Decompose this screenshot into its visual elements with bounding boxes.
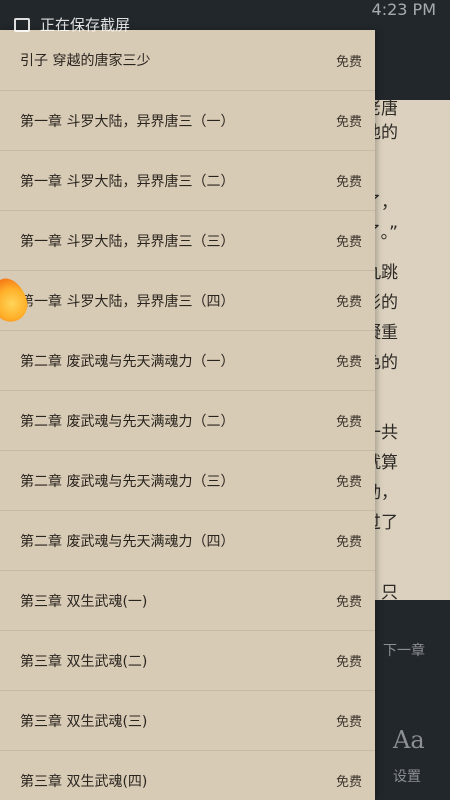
free-badge: 免费 — [335, 535, 362, 550]
chapter-item[interactable]: 第三章 双生武魂(一) 免费 — [0, 571, 375, 631]
screenshot-toast-text: 正在保存截屏 — [40, 16, 131, 34]
free-badge: 免费 — [335, 775, 362, 790]
chapter-title: 第二章 废武魂与先天满魂力（二） — [20, 413, 235, 430]
chapter-item[interactable]: 第三章 双生武魂(二) 免费 — [0, 631, 375, 691]
free-badge: 免费 — [335, 355, 362, 370]
chapter-drawer: 引子 穿越的唐家三少 免费 第一章 斗罗大陆，异界唐三（一） 免费 第一章 斗罗大陆，异… — [0, 30, 375, 800]
next-chapter-button[interactable]: 下一章 — [383, 640, 425, 660]
free-badge: 免费 — [335, 235, 362, 250]
chapter-title: 引子 穿越的唐家三少 — [20, 53, 151, 69]
chapter-list: 引子 穿越的唐家三少 免费 第一章 斗罗大陆，异界唐三（一） 免费 第一章 斗罗大陆，异… — [0, 30, 375, 800]
chapter-item[interactable]: 第二章 废武魂与先天满魂力（一） 免费 — [0, 331, 375, 391]
chapter-item[interactable]: 第二章 废武魂与先天满魂力（三） 免费 — [0, 451, 375, 511]
chapter-item[interactable]: 第二章 废武魂与先天满魂力（四） 免费 — [0, 511, 375, 571]
chapter-title: 第二章 废武魂与先天满魂力（一） — [20, 353, 235, 370]
status-bar: 正在保存截屏 4:23 PM — [0, 0, 450, 34]
free-badge: 免费 — [335, 175, 362, 190]
free-badge: 免费 — [335, 715, 362, 730]
free-badge: 免费 — [335, 115, 362, 130]
chapter-title: 第二章 废武魂与先天满魂力（四） — [20, 533, 235, 550]
chapter-title: 第三章 双生武魂(一) — [20, 593, 148, 610]
chapter-item[interactable]: 第一章 斗罗大陆，异界唐三（一） 免费 — [0, 91, 375, 151]
screenshot-icon — [14, 17, 30, 32]
chapter-title: 第三章 双生武魂(四) — [20, 773, 148, 790]
chapter-title: 第一章 斗罗大陆，异界唐三（三） — [20, 233, 235, 250]
chapter-item[interactable]: 第二章 废武魂与先天满魂力（二） 免费 — [0, 391, 375, 451]
chapter-item[interactable]: 第一章 斗罗大陆，异界唐三（三） 免费 — [0, 211, 375, 271]
free-badge: 免费 — [335, 655, 362, 670]
chapter-item[interactable]: 第三章 双生武魂(四) 免费 — [0, 751, 375, 800]
chapter-title: 第三章 双生武魂(三) — [20, 713, 148, 730]
chapter-item[interactable]: 第三章 双生武魂(三) 免费 — [0, 691, 375, 751]
chapter-item[interactable]: 引子 穿越的唐家三少 免费 — [0, 30, 375, 91]
free-badge: 免费 — [335, 595, 362, 610]
chapter-item[interactable]: 第一章 斗罗大陆，异界唐三（四） 免费 — [0, 271, 375, 331]
screenshot-toast: 正在保存截屏 — [14, 14, 130, 35]
status-clock: 4:23 PM — [371, 0, 436, 19]
chapter-title: 第二章 废武魂与先天满魂力（三） — [20, 473, 235, 490]
chapter-title: 第三章 双生武魂(二) — [20, 653, 148, 670]
font-settings-icon[interactable]: Aa — [393, 726, 425, 754]
settings-button[interactable]: 设置 — [393, 766, 421, 786]
chapter-item[interactable]: 第一章 斗罗大陆，异界唐三（二） 免费 — [0, 151, 375, 211]
free-badge: 免费 — [335, 475, 362, 490]
chapter-title: 第一章 斗罗大陆，异界唐三（一） — [20, 113, 235, 130]
chapter-title: 第一章 斗罗大陆，异界唐三（二） — [20, 173, 235, 190]
chapter-title: 第一章 斗罗大陆，异界唐三（四） — [20, 293, 235, 310]
free-badge: 免费 — [335, 54, 362, 70]
free-badge: 免费 — [335, 295, 362, 310]
free-badge: 免费 — [335, 415, 362, 430]
